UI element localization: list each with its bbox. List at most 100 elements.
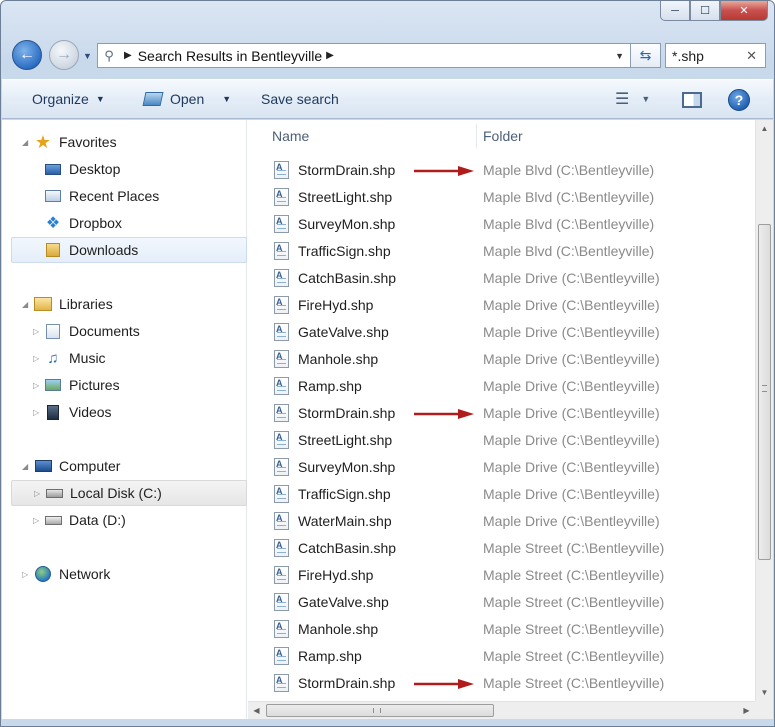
search-value[interactable]: *.shp bbox=[672, 48, 704, 64]
expand-icon[interactable]: ▷ bbox=[22, 570, 28, 579]
preview-pane-button[interactable] bbox=[682, 92, 702, 108]
file-row[interactable]: A StreetLight.shp Maple Drive (C:\Bentleyv… bbox=[248, 427, 755, 454]
column-header-name[interactable]: Name bbox=[272, 128, 309, 144]
column-header-folder[interactable]: Folder bbox=[483, 128, 523, 144]
change-view-button[interactable]: ☰ ▼ bbox=[615, 80, 650, 118]
organize-button[interactable]: Organize ▼ bbox=[32, 80, 105, 118]
sidebar-item-pictures[interactable]: ▷ Pictures bbox=[2, 372, 245, 398]
address-bar[interactable]: ⚲ ▶ Search Results in Bentleyville ▶ ▼ bbox=[97, 43, 631, 68]
file-name[interactable]: FireHyd.shp bbox=[298, 297, 373, 313]
file-name[interactable]: TrafficSign.shp bbox=[298, 243, 391, 259]
file-row[interactable]: A SurveyMon.shp Maple Drive (C:\Bentleyvil… bbox=[248, 454, 755, 481]
file-name[interactable]: SurveyMon.shp bbox=[298, 459, 395, 475]
file-name[interactable]: SurveyMon.shp bbox=[298, 216, 395, 232]
file-name[interactable]: StreetLight.shp bbox=[298, 432, 392, 448]
save-search-button[interactable]: Save search bbox=[261, 80, 339, 118]
file-row[interactable]: A SurveyMon.shp Maple Blvd (C:\Bentleyvill… bbox=[248, 211, 755, 238]
collapse-icon[interactable]: ◢ bbox=[22, 138, 28, 147]
file-row[interactable]: A Manhole.shp Maple Street (C:\Bentleyvill… bbox=[248, 616, 755, 643]
file-name[interactable]: WaterMain.shp bbox=[298, 513, 392, 529]
file-name[interactable]: Manhole.shp bbox=[298, 351, 378, 367]
sidebar-item-favorites[interactable]: ◢ ★ Favorites bbox=[2, 129, 245, 155]
refresh-button[interactable]: ⇆ bbox=[631, 43, 661, 68]
file-name[interactable]: StormDrain.shp bbox=[298, 675, 395, 691]
sidebar-item-network[interactable]: ▷ Network bbox=[2, 561, 245, 587]
file-name[interactable]: CatchBasin.shp bbox=[298, 540, 396, 556]
file-row[interactable]: A CatchBasin.shp Maple Street (C:\Bentleyv… bbox=[248, 535, 755, 562]
expand-icon[interactable]: ▷ bbox=[33, 327, 39, 336]
sidebar-item-desktop[interactable]: Desktop bbox=[2, 156, 245, 182]
address-dropdown-icon[interactable]: ▼ bbox=[615, 51, 624, 61]
file-name[interactable]: Ramp.shp bbox=[298, 648, 362, 664]
vertical-scrollbar[interactable]: ▲ ▼ bbox=[755, 120, 773, 701]
sidebar-item-data-disk[interactable]: ▷ Data (D:) bbox=[2, 507, 245, 533]
file-row[interactable]: A TrafficSign.shp Maple Blvd (C:\Bentleyvi… bbox=[248, 238, 755, 265]
file-name[interactable]: FireHyd.shp bbox=[298, 567, 373, 583]
file-row[interactable]: A GateValve.shp Maple Drive (C:\Bentleyvil… bbox=[248, 319, 755, 346]
forward-button[interactable]: → bbox=[49, 40, 79, 70]
expand-icon[interactable]: ▷ bbox=[34, 489, 40, 498]
open-button[interactable]: Open ▼ bbox=[142, 80, 231, 118]
expand-icon[interactable]: ▷ bbox=[33, 408, 39, 417]
close-button[interactable]: ✕ bbox=[720, 1, 768, 21]
expand-icon[interactable]: ▷ bbox=[33, 516, 39, 525]
search-input[interactable]: *.shp ✕ bbox=[665, 43, 766, 68]
maximize-button[interactable]: ☐ bbox=[690, 1, 720, 21]
sidebar-item-documents[interactable]: ▷ Documents bbox=[2, 318, 245, 344]
sidebar-item-music[interactable]: ▷ ♫ Music bbox=[2, 345, 245, 371]
file-name[interactable]: GateValve.shp bbox=[298, 324, 389, 340]
file-name[interactable]: GateValve.shp bbox=[298, 594, 389, 610]
shapefile-icon: A bbox=[274, 269, 289, 287]
file-row[interactable]: A FireHyd.shp Maple Street (C:\Bentleyvill… bbox=[248, 562, 755, 589]
file-row[interactable]: A Ramp.shp Maple Street (C:\Bentleyville) bbox=[248, 643, 755, 670]
file-row[interactable]: A CatchBasin.shp Maple Drive (C:\Bentleyvi… bbox=[248, 265, 755, 292]
file-row[interactable]: A StormDrain.shp Maple Drive (C:\Bentleyvi… bbox=[248, 400, 755, 427]
clear-search-icon[interactable]: ✕ bbox=[746, 48, 757, 64]
expand-icon[interactable]: ▷ bbox=[33, 381, 39, 390]
collapse-icon[interactable]: ◢ bbox=[22, 300, 28, 309]
file-row[interactable]: A GateValve.shp Maple Street (C:\Bentleyvi… bbox=[248, 589, 755, 616]
save-search-label: Save search bbox=[261, 91, 339, 107]
breadcrumb-chevron-icon[interactable]: ▶ bbox=[124, 50, 132, 61]
sidebar-item-dropbox[interactable]: ❖ Dropbox bbox=[2, 210, 245, 236]
file-name[interactable]: StormDrain.shp bbox=[298, 162, 395, 178]
scroll-up-icon[interactable]: ▲ bbox=[756, 120, 773, 137]
file-row[interactable]: A TrafficSign.shp Maple Drive (C:\Bentleyv… bbox=[248, 481, 755, 508]
file-row[interactable]: A Ramp.shp Maple Drive (C:\Bentleyville) bbox=[248, 373, 755, 400]
sidebar-item-recent-places[interactable]: Recent Places bbox=[2, 183, 245, 209]
horizontal-scroll-thumb[interactable] bbox=[266, 704, 494, 717]
breadcrumb-chevron-icon[interactable]: ▶ bbox=[326, 50, 334, 61]
sidebar-item-libraries[interactable]: ◢ Libraries bbox=[2, 291, 245, 317]
file-name[interactable]: TrafficSign.shp bbox=[298, 486, 391, 502]
back-button[interactable]: ← bbox=[12, 40, 42, 70]
expand-icon[interactable]: ▷ bbox=[33, 354, 39, 363]
sidebar-item-local-disk[interactable]: ▷ Local Disk (C:) bbox=[11, 480, 247, 506]
sidebar-item-computer[interactable]: ◢ Computer bbox=[2, 453, 245, 479]
vertical-scroll-thumb[interactable] bbox=[758, 224, 771, 560]
file-name[interactable]: CatchBasin.shp bbox=[298, 270, 396, 286]
sidebar-item-videos[interactable]: ▷ Videos bbox=[2, 399, 245, 425]
help-button[interactable]: ? bbox=[728, 89, 750, 111]
recent-pages-dropdown[interactable]: ▼ bbox=[83, 51, 92, 61]
minimize-button[interactable]: ─ bbox=[660, 1, 690, 21]
file-row[interactable]: A Manhole.shp Maple Drive (C:\Bentleyville… bbox=[248, 346, 755, 373]
column-divider[interactable] bbox=[476, 124, 477, 148]
file-row[interactable]: A StreetLight.shp Maple Blvd (C:\Bentleyvi… bbox=[248, 184, 755, 211]
collapse-icon[interactable]: ◢ bbox=[22, 462, 28, 471]
file-row[interactable]: A WaterMain.shp Maple Drive (C:\Bentleyvil… bbox=[248, 508, 755, 535]
file-row[interactable]: A FireHyd.shp Maple Drive (C:\Bentleyville… bbox=[248, 292, 755, 319]
horizontal-scrollbar[interactable]: ◀ ▶ bbox=[248, 701, 755, 719]
file-row[interactable]: A StormDrain.shp Maple Street (C:\Bentleyv… bbox=[248, 670, 755, 697]
scroll-down-icon[interactable]: ▼ bbox=[756, 684, 773, 701]
file-name[interactable]: Ramp.shp bbox=[298, 378, 362, 394]
sidebar-item-downloads[interactable]: Downloads bbox=[11, 237, 247, 263]
file-row[interactable]: A StormDrain.shp Maple Blvd (C:\Bentleyvil… bbox=[248, 157, 755, 184]
file-name[interactable]: StormDrain.shp bbox=[298, 405, 395, 421]
file-name[interactable]: Manhole.shp bbox=[298, 621, 378, 637]
file-name[interactable]: StreetLight.shp bbox=[298, 189, 392, 205]
scroll-left-icon[interactable]: ◀ bbox=[248, 702, 265, 719]
scroll-right-icon[interactable]: ▶ bbox=[738, 702, 755, 719]
file-folder: Maple Street (C:\Bentleyville) bbox=[483, 648, 665, 664]
address-path[interactable]: Search Results in Bentleyville bbox=[138, 48, 322, 64]
file-folder: Maple Street (C:\Bentleyville) bbox=[483, 567, 665, 583]
